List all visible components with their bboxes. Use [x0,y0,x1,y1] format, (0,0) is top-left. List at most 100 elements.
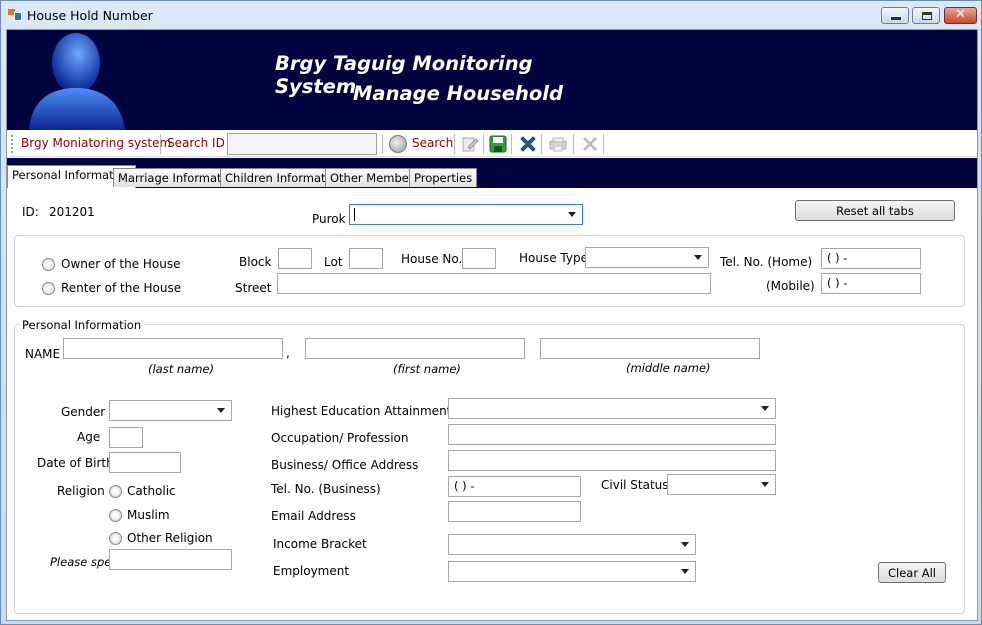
chevron-down-icon [761,482,769,487]
tel-home-label: Tel. No. (Home) [720,255,813,269]
toolbar-separator [483,134,484,154]
chevron-down-icon [694,255,702,260]
occupation-label: Occupation/ Profession [271,431,409,445]
app-icon [8,9,22,21]
toolbar-separator [382,134,383,154]
other-religion-input[interactable] [109,549,232,570]
education-dropdown[interactable] [448,398,776,419]
gender-label: Gender [61,405,106,419]
street-label: Street [235,281,272,295]
renter-label: Renter of the House [61,281,182,295]
block-label: Block [239,255,272,269]
email-label: Email Address [271,509,356,523]
religion-muslim-label: Muslim [127,508,170,522]
chevron-down-icon [681,569,689,574]
tab-properties[interactable]: Properties [409,168,478,187]
age-label: Age [77,430,101,444]
personal-info-group-title: Personal Information [19,318,145,332]
civil-status-label: Civil Status [601,478,669,492]
occupation-input[interactable] [448,424,776,445]
education-label: Highest Education Attainment [271,404,452,418]
employment-dropdown[interactable] [448,561,696,582]
window-title: House Hold Number [27,8,153,23]
tel-business-input[interactable]: ( ) - [448,476,581,497]
owner-radio[interactable] [42,258,55,271]
toolbar-separator [511,134,512,154]
mobile-input[interactable]: ( ) - [821,273,921,294]
lot-label: Lot [324,255,343,269]
purok-label: Purok [312,212,346,226]
street-input[interactable] [277,273,711,294]
search-id-label: Search ID [167,136,225,150]
maximize-button[interactable] [912,7,940,24]
religion-muslim-radio[interactable] [109,509,122,522]
tel-home-input[interactable]: ( ) - [821,248,921,269]
first-name-hint: (first name) [393,362,461,376]
title-bar: House Hold Number ✕ [1,1,981,29]
email-input[interactable] [448,501,581,522]
dob-input[interactable] [109,452,181,473]
gender-dropdown[interactable] [109,400,232,421]
civil-status-dropdown[interactable] [667,474,776,495]
name-label: NAME [25,347,61,361]
purok-dropdown[interactable] [349,204,583,225]
reset-all-tabs-button[interactable]: Reset all tabs [795,200,955,221]
religion-other-radio[interactable] [109,532,122,545]
id-label: ID: [22,205,39,219]
cancel-icon[interactable] [581,135,599,153]
print-icon[interactable] [549,135,567,153]
toolbar-separator [160,134,161,154]
business-address-input[interactable] [448,450,776,471]
close-button[interactable]: ✕ [944,7,977,24]
employment-label: Employment [273,564,350,578]
lot-input[interactable] [349,248,383,269]
chevron-down-icon [681,542,689,547]
house-type-dropdown[interactable] [585,247,709,268]
house-group [14,235,965,307]
app-label: Brgy Moniatoring system [21,136,172,150]
income-dropdown[interactable] [448,534,696,555]
toolbar-grip-icon[interactable] [11,135,13,153]
chevron-down-icon [217,408,225,413]
renter-radio[interactable] [42,282,55,295]
tab-strip: Personal Information Marriage Informatio… [7,158,977,188]
minimize-icon [891,17,901,20]
search-icon[interactable] [389,135,407,153]
id-value: 201201 [49,205,95,219]
middle-name-hint: (middle name) [626,361,711,375]
age-input[interactable] [109,427,143,448]
income-label: Income Bracket [273,537,367,551]
religion-other-label: Other Religion [127,531,213,545]
house-no-label: House No. [401,252,463,266]
delete-icon[interactable] [519,135,537,153]
owner-label: Owner of the House [61,257,181,271]
chevron-down-icon [568,212,576,217]
save-icon[interactable] [489,135,507,153]
religion-catholic-radio[interactable] [109,485,122,498]
main-window: House Hold Number ✕ Brgy Taguig Monitori… [0,0,982,625]
block-input[interactable] [278,248,312,269]
text-cursor [354,208,355,221]
toolbar-separator [603,134,604,154]
client-area: Brgy Taguig Monitoring System Manage Hou… [6,29,978,621]
minimize-button[interactable] [881,7,909,24]
tab-content: ID: 201201 Purok Reset all tabs Owner of… [7,188,977,620]
banner-subtitle: Manage Household [353,82,563,105]
middle-name-input[interactable] [540,338,760,359]
user-avatar-icon [29,33,125,130]
first-name-input[interactable] [305,338,525,359]
toolbar-separator [573,134,574,154]
last-name-input[interactable] [63,338,283,359]
dob-label: Date of Birth [37,456,114,470]
search-id-input[interactable] [227,133,377,155]
toolbar: Brgy Moniatoring system Search ID Search [9,131,977,157]
close-icon: ✕ [955,7,966,22]
house-no-input[interactable] [462,248,496,269]
edit-icon[interactable] [461,135,479,153]
clear-all-button[interactable]: Clear All [878,562,946,583]
toolbar-separator [454,134,455,154]
header-banner: Brgy Taguig Monitoring System Manage Hou… [7,30,977,130]
toolbar-separator [541,134,542,154]
search-button[interactable]: Search [412,136,453,150]
religion-label: Religion [57,484,105,498]
